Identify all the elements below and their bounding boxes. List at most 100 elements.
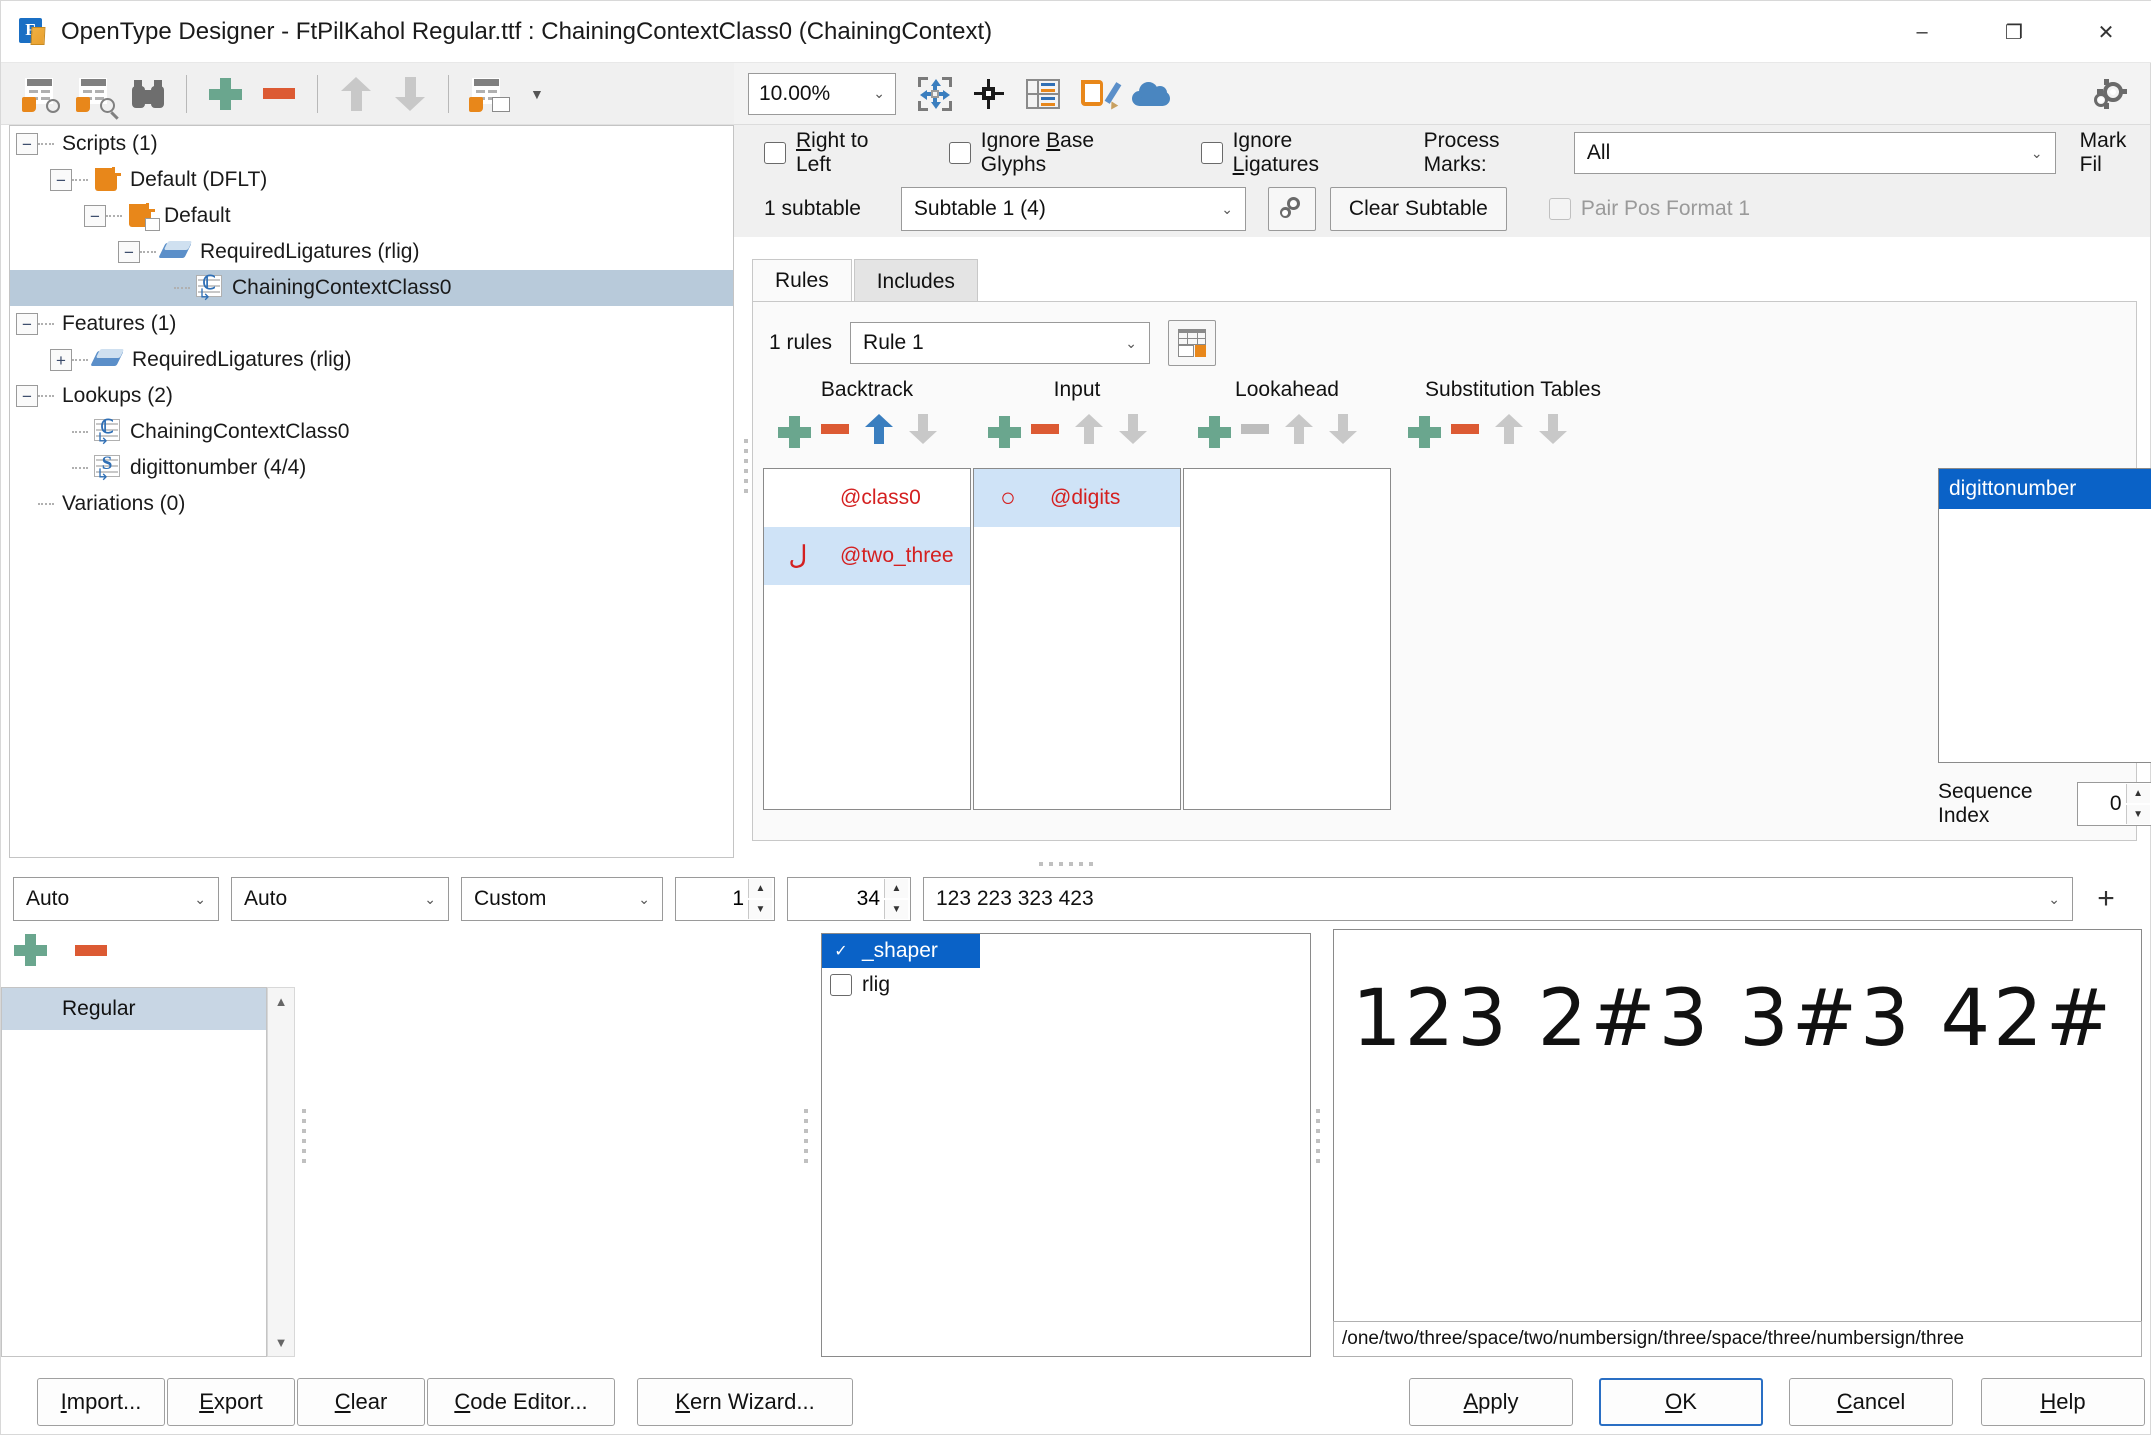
tree-expander[interactable]: −	[16, 385, 38, 407]
glyph-preview[interactable]: 123 2#3 3#3 42#	[1333, 929, 2142, 1325]
feature-item[interactable]: ✓ _shaper	[822, 934, 980, 968]
remove-icon[interactable]	[821, 424, 849, 434]
spinner-2[interactable]: 34 ▲ ▼	[787, 877, 911, 921]
tree-item[interactable]: − Lookups (2)	[10, 378, 733, 414]
lookup-tree[interactable]: − Scripts (1) − Default (DFLT) − Default − Requ…	[9, 125, 734, 858]
zoom-select[interactable]: 10.00% ⌄	[748, 72, 896, 115]
sample-text-input[interactable]: 123 223 323 423 ⌄	[923, 877, 2073, 921]
vertical-splitter-preview[interactable]	[1313, 1091, 1323, 1181]
add-icon[interactable]	[1407, 415, 1441, 448]
edit-glyph-icon[interactable]	[1070, 70, 1124, 118]
help-button[interactable]: Help	[1981, 1378, 2145, 1426]
checkbox-box[interactable]	[830, 974, 852, 996]
spinner-down-icon[interactable]: ▼	[884, 900, 908, 919]
ignore-base-glyphs-checkbox[interactable]: Ignore Base Glyphs	[948, 129, 1153, 177]
import-button[interactable]: Import...	[37, 1378, 165, 1426]
feature-set-select-1[interactable]: Auto ⌄	[13, 877, 219, 921]
vertical-splitter-masters[interactable]	[299, 1091, 309, 1181]
master-item[interactable]: Regular	[2, 988, 266, 1030]
checkbox-box[interactable]	[764, 142, 786, 164]
spinner-up-icon[interactable]: ▲	[748, 879, 772, 898]
tree-expander[interactable]: −	[84, 205, 106, 227]
listbox-backtrack[interactable]: @class0 ل @two_three	[763, 468, 971, 810]
clear-button[interactable]: Clear	[297, 1378, 425, 1426]
tree-item[interactable]: ℂ ↳ ChainingContextClass0	[10, 270, 733, 306]
list-item[interactable]: ○ @digits	[974, 469, 1180, 527]
listbox-input[interactable]: ○ @digits	[973, 468, 1181, 810]
preview-font-icon[interactable]	[67, 70, 121, 120]
cancel-button[interactable]: Cancel	[1789, 1378, 1953, 1426]
masters-scrollbar[interactable]: ▲ ▼	[267, 987, 295, 1357]
feature-item[interactable]: rlig	[822, 968, 1310, 1002]
checkbox-box[interactable]: ✓	[830, 940, 852, 962]
close-button[interactable]: ✕	[2060, 1, 2151, 63]
tree-item[interactable]: − Default	[10, 198, 733, 234]
vertical-splitter[interactable]	[741, 421, 751, 511]
spinner-up-icon[interactable]: ▲	[2125, 784, 2150, 803]
remove-icon[interactable]	[1031, 424, 1059, 434]
glyph-classes-icon[interactable]	[1016, 70, 1070, 118]
move-down-icon[interactable]	[909, 414, 937, 444]
rule-select[interactable]: Rule 1 ⌄	[850, 322, 1151, 364]
spinner-down-icon[interactable]: ▼	[2125, 805, 2150, 824]
move-up-icon[interactable]	[1075, 414, 1103, 444]
features-list[interactable]: ✓ _shaper rlig	[821, 933, 1311, 1357]
checkbox-box[interactable]	[948, 142, 971, 164]
subtable-select[interactable]: Subtable 1 (4) ⌄	[900, 187, 1246, 231]
move-down-icon[interactable]	[383, 70, 437, 118]
chevron-down-icon[interactable]: ⌄	[2048, 891, 2060, 908]
feature-set-select-2[interactable]: Auto ⌄	[231, 877, 449, 921]
horizontal-splitter[interactable]	[1021, 859, 1111, 869]
tree-item[interactable]: − Scripts (1)	[10, 126, 733, 162]
move-up-icon[interactable]	[865, 414, 893, 444]
move-up-icon[interactable]	[1495, 414, 1523, 444]
fit-to-window-icon[interactable]	[908, 70, 962, 118]
compile-font-icon[interactable]	[13, 70, 67, 118]
list-item[interactable]: ل @two_three	[764, 527, 970, 585]
table-properties-icon[interactable]	[460, 70, 514, 118]
spinner-1[interactable]: 1 ▲ ▼	[675, 877, 775, 921]
tree-item[interactable]: S ↳ digittonumber (4/4)	[10, 450, 733, 486]
tree-expander[interactable]: −	[50, 169, 72, 191]
add-master-icon[interactable]	[13, 933, 47, 967]
process-marks-select[interactable]: All ⌄	[1573, 132, 2056, 174]
sequence-index-stepper[interactable]: 0 ▲ ▼	[2076, 782, 2151, 826]
move-down-icon[interactable]	[1329, 414, 1357, 444]
vertical-splitter-features[interactable]	[801, 1091, 811, 1181]
tree-expander[interactable]: −	[16, 133, 38, 155]
clear-subtable-button[interactable]: Clear Subtable	[1329, 187, 1507, 231]
subtable-settings-icon[interactable]	[1267, 187, 1316, 231]
code-editor-button[interactable]: Code Editor...	[427, 1378, 615, 1426]
tree-expander[interactable]: +	[50, 349, 72, 371]
apply-button[interactable]: Apply	[1409, 1378, 1573, 1426]
anchor-point-icon[interactable]	[962, 70, 1016, 118]
tree-item[interactable]: ℂ ↳ ChainingContextClass0	[10, 414, 733, 450]
remove-icon[interactable]	[252, 70, 306, 118]
ok-button[interactable]: OK	[1599, 1378, 1763, 1426]
tree-item[interactable]: − Default (DFLT)	[10, 162, 733, 198]
tab-includes[interactable]: Includes	[853, 259, 978, 303]
scroll-up-icon[interactable]: ▲	[275, 994, 288, 1009]
listbox-lookahead[interactable]	[1183, 468, 1391, 810]
export-button[interactable]: Export	[167, 1378, 295, 1426]
remove-icon[interactable]	[1451, 424, 1479, 434]
add-icon[interactable]	[777, 415, 811, 448]
checkbox-box[interactable]	[1200, 142, 1223, 164]
tree-expander[interactable]: −	[16, 313, 38, 335]
remove-master-icon[interactable]	[75, 944, 107, 956]
masters-list[interactable]: Regular	[1, 987, 267, 1357]
move-down-icon[interactable]	[1539, 414, 1567, 444]
tree-item[interactable]: Variations (0)	[10, 486, 733, 522]
scroll-down-icon[interactable]: ▼	[275, 1335, 288, 1350]
maximize-button[interactable]: ❐	[1968, 1, 2060, 63]
right-to-left-checkbox[interactable]: Right to Left	[764, 129, 901, 177]
cloud-icon[interactable]	[1124, 70, 1178, 118]
settings-gear-icon[interactable]	[2092, 77, 2132, 115]
tree-item[interactable]: + RequiredLigatures (rlig)	[10, 342, 733, 378]
remove-icon[interactable]	[1241, 424, 1269, 434]
add-icon[interactable]	[987, 415, 1021, 448]
add-icon[interactable]	[198, 70, 252, 118]
tree-item[interactable]: − RequiredLigatures (rlig)	[10, 234, 733, 270]
spinner-down-icon[interactable]: ▼	[748, 900, 772, 919]
list-item[interactable]: @class0	[764, 469, 970, 527]
